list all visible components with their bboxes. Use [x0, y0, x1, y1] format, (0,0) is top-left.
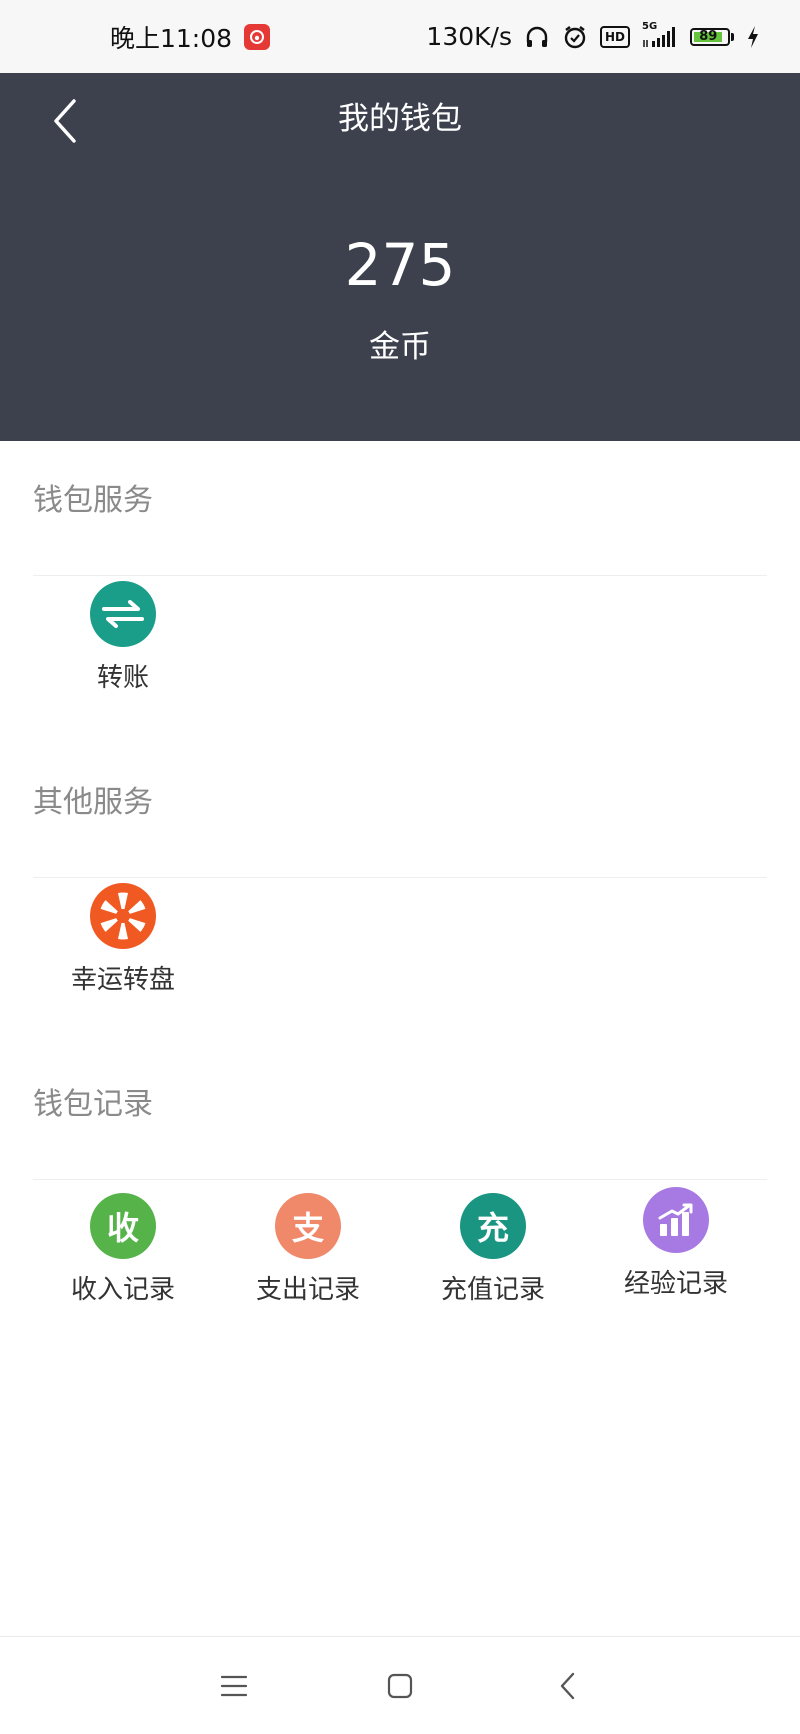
status-time: 晚上11:08 [110, 23, 233, 53]
chart-icon [643, 1187, 709, 1253]
income-icon: 收 [90, 1193, 156, 1259]
expense-icon: 支 [275, 1193, 341, 1259]
transfer-icon [90, 581, 156, 647]
home-button[interactable] [370, 1661, 430, 1711]
system-nav-bar [0, 1636, 800, 1734]
recharge-record-button[interactable]: 充 充值记录 [403, 1193, 583, 1306]
lucky-wheel-label: 幸运转盘 [70, 965, 175, 995]
transfer-label: 转账 [96, 663, 149, 693]
coin-balance: 275 [344, 231, 456, 299]
expense-record-button[interactable]: 支 支出记录 [218, 1193, 398, 1306]
charging-icon [746, 25, 760, 49]
experience-record-button[interactable]: 经验记录 [586, 1187, 766, 1300]
experience-record-label: 经验记录 [623, 1269, 728, 1299]
divider [33, 1179, 767, 1180]
section-title: 钱包记录 [33, 1087, 153, 1122]
coin-unit-label: 金币 [369, 329, 431, 365]
wallet-header: 我的钱包 275 金币 [0, 73, 800, 441]
income-record-button[interactable]: 收 收入记录 [33, 1193, 213, 1306]
lucky-wheel-icon [90, 883, 156, 949]
expense-record-label: 支出记录 [255, 1275, 360, 1305]
status-right: 130K/s HD 5G 89 [426, 21, 760, 51]
divider [33, 877, 767, 878]
back-icon [560, 1672, 575, 1700]
section-title: 钱包服务 [33, 483, 153, 518]
recharge-icon: 充 [460, 1193, 526, 1259]
recharge-record-label: 充值记录 [440, 1275, 545, 1305]
status-left: 晚上11:08 [110, 19, 271, 55]
signal-icon: 5G [642, 21, 678, 49]
section-title: 其他服务 [33, 785, 153, 820]
network-type: 5G [642, 20, 658, 32]
lucky-wheel-button[interactable]: 幸运转盘 [33, 883, 213, 996]
network-speed: 130K/s [426, 22, 512, 51]
status-bar: 晚上11:08 130K/s HD 5G 89 [0, 0, 800, 73]
alarm-icon [562, 24, 588, 50]
hd-icon: HD [599, 25, 630, 48]
battery-level: 89 [694, 29, 723, 44]
divider [33, 575, 767, 576]
page-title: 我的钱包 [338, 101, 462, 137]
music-app-icon [244, 23, 271, 50]
recent-apps-button[interactable] [204, 1661, 264, 1711]
system-back-button[interactable] [538, 1661, 598, 1711]
headset-icon [524, 24, 550, 50]
battery-icon: 89 [690, 27, 734, 46]
menu-icon [220, 1675, 248, 1697]
income-record-label: 收入记录 [70, 1275, 175, 1305]
transfer-button[interactable]: 转账 [33, 581, 213, 694]
home-icon [387, 1673, 413, 1699]
